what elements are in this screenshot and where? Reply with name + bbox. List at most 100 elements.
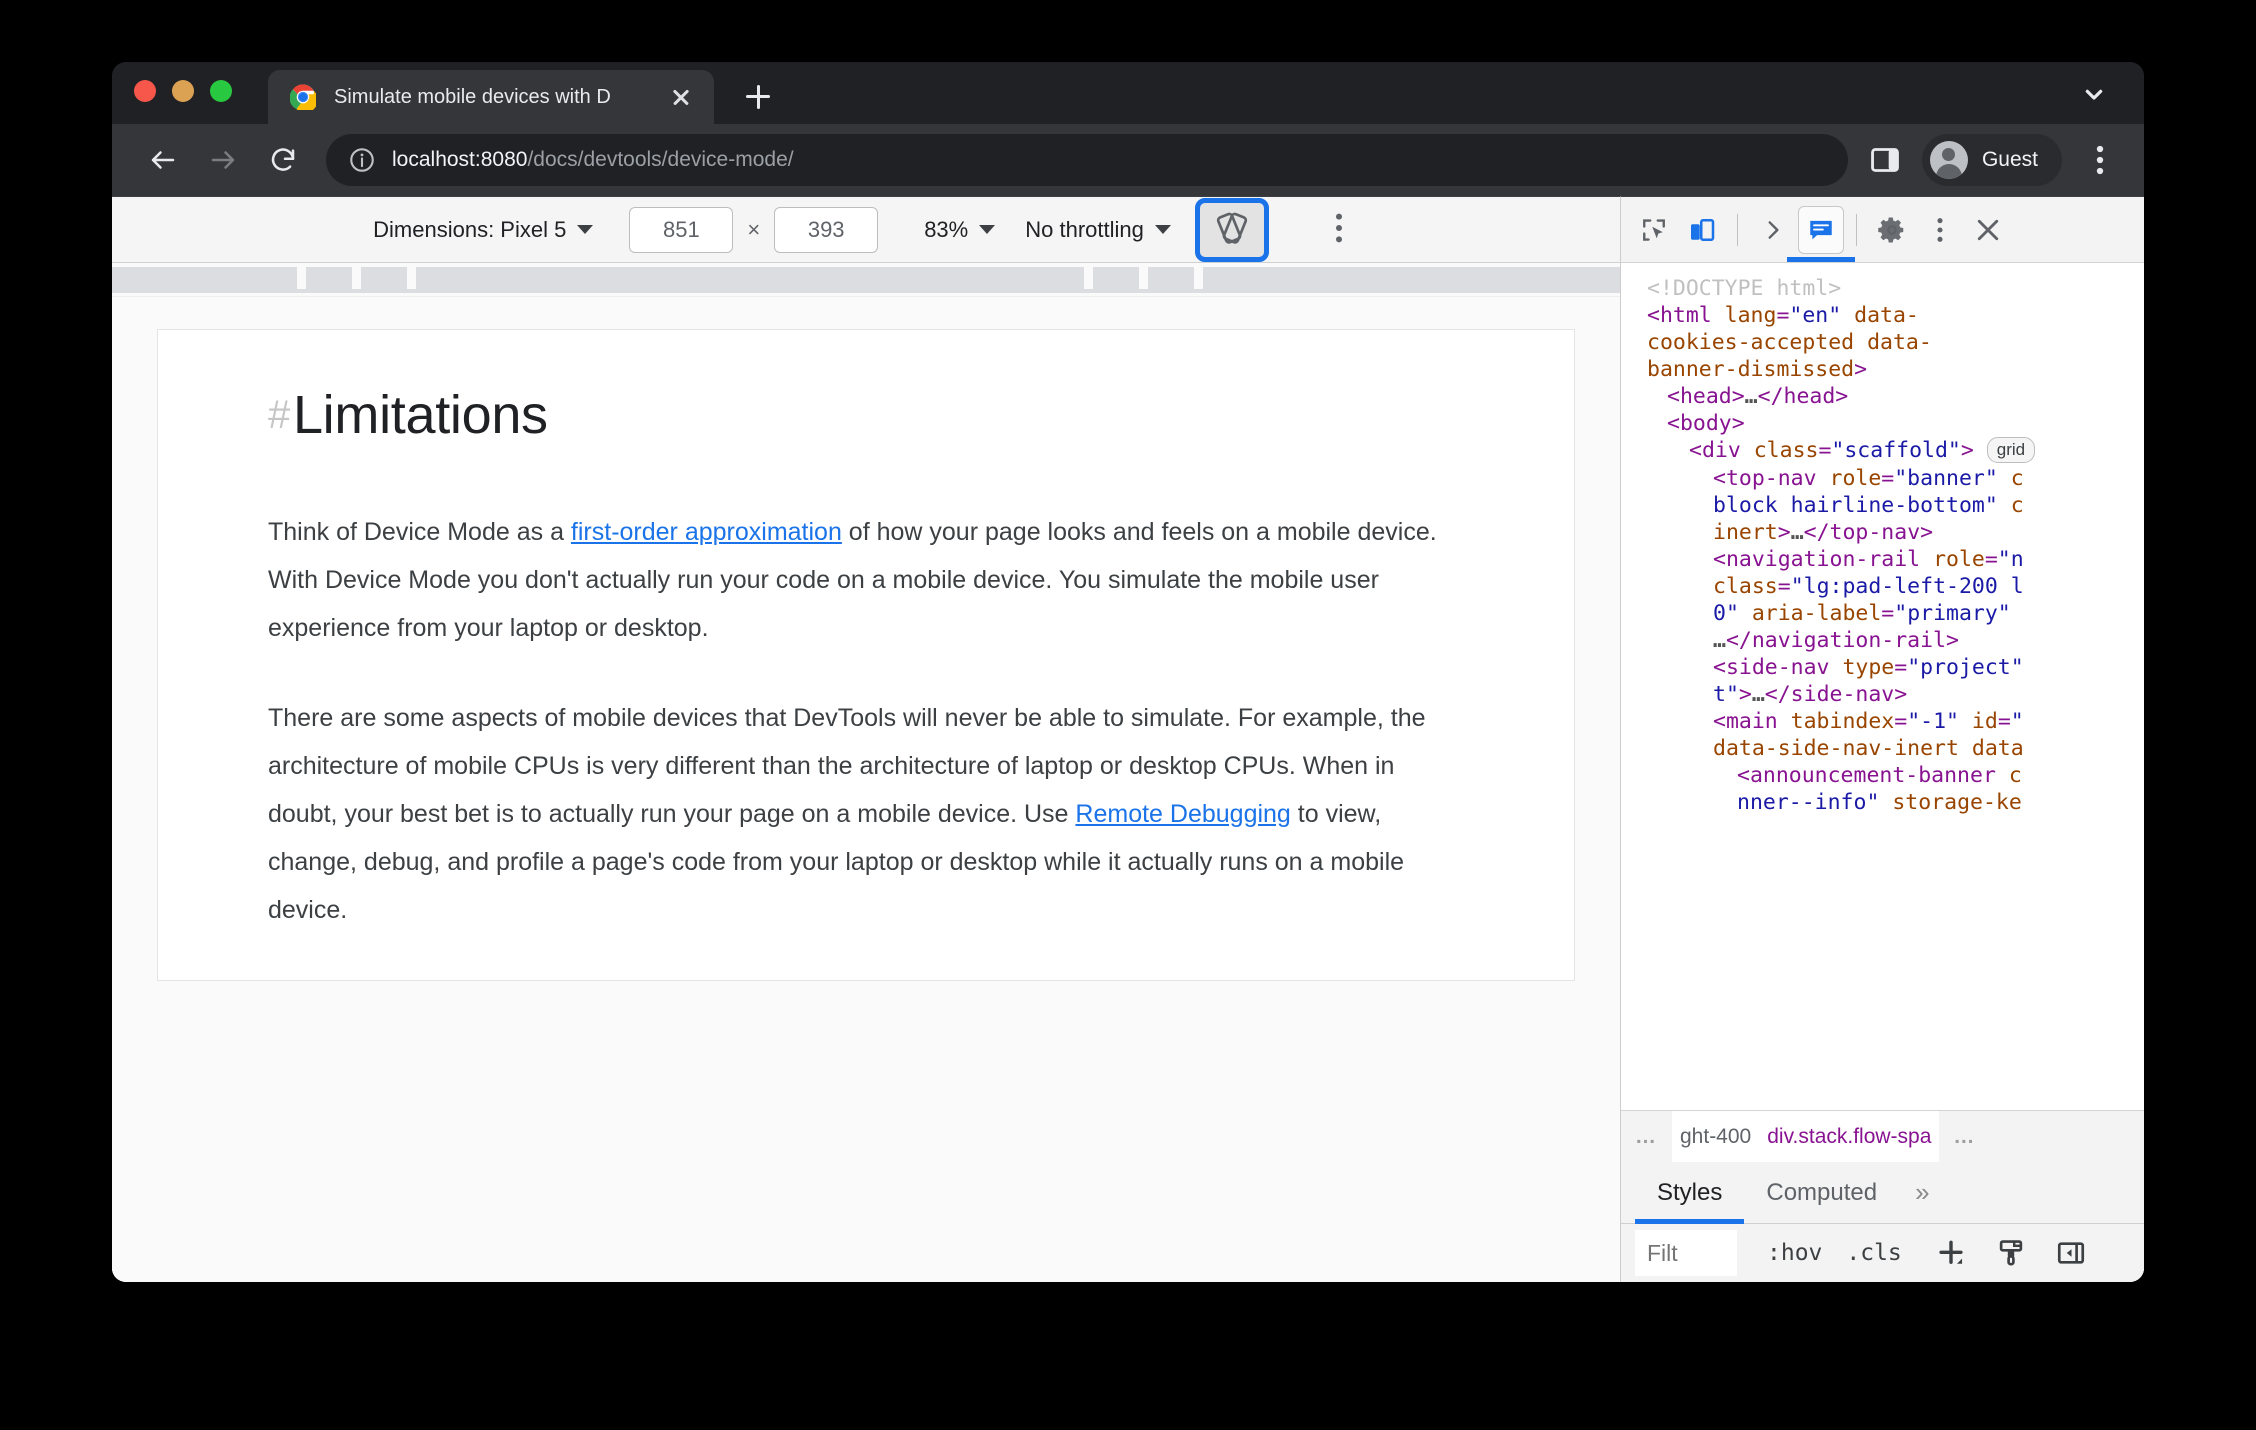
breadcrumb-item[interactable]: ght-400: [1672, 1125, 1759, 1149]
devtools-panel: <!DOCTYPE html> <html lang="en" data- co…: [1620, 196, 2144, 1282]
tab-strip: Simulate mobile devices with D: [112, 62, 2144, 124]
device-toolbar: Dimensions: Pixel 5 × 83% No throttling: [112, 197, 1620, 263]
height-input[interactable]: [774, 206, 879, 253]
tab-elements[interactable]: [1787, 205, 1855, 262]
zoom-label: 83%: [924, 216, 969, 242]
rotate-button[interactable]: [1194, 197, 1269, 262]
paragraph-1-before: Think of Device Mode as a: [268, 518, 571, 546]
minimize-window-button[interactable]: [172, 80, 194, 102]
paragraph-1: Think of Device Mode as a first-order ap…: [268, 508, 1464, 652]
color-picker-icon[interactable]: [1988, 1230, 2034, 1276]
new-style-rule-icon[interactable]: [1928, 1230, 1974, 1276]
ruler-tick: [297, 263, 306, 289]
dom-node-scaffold[interactable]: <div class="scaffold"> grid: [1621, 437, 2144, 464]
paragraph-2: There are some aspects of mobile devices…: [268, 694, 1464, 934]
ruler-tick: [1194, 263, 1203, 289]
maximize-window-button[interactable]: [210, 80, 232, 102]
emulated-viewport: #Limitations Think of Device Mode as a f…: [112, 297, 1620, 1282]
devtools-toolbar: [1621, 197, 2144, 263]
address-bar[interactable]: localhost:8080/docs/devtools/device-mode…: [326, 134, 1848, 186]
forward-icon[interactable]: [196, 133, 250, 187]
omnibox-row: localhost:8080/docs/devtools/device-mode…: [112, 124, 2144, 196]
breadcrumb-overflow-left[interactable]: …: [1621, 1125, 1672, 1149]
profile-label: Guest: [1981, 148, 2038, 171]
url-host: localhost:8080: [392, 148, 528, 171]
settings-gear-icon[interactable]: [1869, 206, 1915, 254]
chevron-down-icon[interactable]: [2078, 78, 2110, 110]
dom-node-top-nav[interactable]: <top-nav role="banner" c: [1621, 465, 2144, 492]
chrome-menu-icon[interactable]: [2080, 140, 2120, 180]
throttling-label: No throttling: [1025, 216, 1144, 242]
window-controls: [134, 62, 232, 124]
rotate-icon: [1215, 210, 1249, 249]
anchor-hash: #: [268, 393, 290, 437]
chevron-down-icon: [1154, 224, 1171, 234]
device-more-options-icon[interactable]: [1319, 208, 1359, 252]
toggle-device-toolbar-icon[interactable]: [1679, 206, 1725, 254]
emulation-pane: Dimensions: Pixel 5 × 83% No throttling: [112, 196, 1620, 1282]
site-info-icon[interactable]: [348, 146, 376, 174]
hov-toggle[interactable]: :hov: [1755, 1240, 1834, 1266]
tab-computed[interactable]: Computed: [1744, 1162, 1899, 1223]
grid-badge[interactable]: grid: [1986, 437, 2036, 463]
breadcrumb-overflow-right[interactable]: …: [1939, 1125, 1990, 1149]
dom-tree[interactable]: <!DOCTYPE html> <html lang="en" data- co…: [1621, 263, 2144, 1110]
viewport-ruler[interactable]: [112, 263, 1620, 297]
chevron-down-icon: [577, 224, 594, 234]
dimension-separator: ×: [747, 216, 761, 242]
profile-button[interactable]: Guest: [1921, 134, 2062, 186]
close-tab-icon[interactable]: [666, 82, 696, 112]
tab-styles[interactable]: Styles: [1635, 1162, 1745, 1224]
toolbar-divider: [1737, 213, 1738, 246]
inspect-element-icon[interactable]: [1631, 206, 1677, 254]
first-order-approximation-link[interactable]: first-order approximation: [571, 518, 842, 546]
toolbar-divider: [1856, 213, 1857, 246]
browser-tab[interactable]: Simulate mobile devices with D: [268, 70, 714, 124]
width-input[interactable]: [629, 206, 734, 253]
remote-debugging-link[interactable]: Remote Debugging: [1075, 800, 1290, 828]
zoom-select[interactable]: 83%: [924, 216, 996, 243]
ruler-tick: [352, 263, 361, 289]
chrome-logo-icon: [289, 84, 318, 113]
cls-toggle[interactable]: .cls: [1834, 1240, 1913, 1266]
device-select-label: Dimensions: Pixel 5: [373, 216, 567, 242]
reload-icon[interactable]: [256, 133, 310, 187]
dom-doctype: <!DOCTYPE html>: [1647, 276, 1842, 301]
breadcrumb-item-active[interactable]: div.stack.flow-spa: [1759, 1125, 1939, 1149]
dom-node-side-nav[interactable]: <side-nav type="project": [1621, 654, 2144, 681]
throttling-select[interactable]: No throttling: [1025, 217, 1171, 243]
browser-window: Simulate mobile devices with D localhost…: [112, 62, 2144, 1282]
page-title: #Limitations: [268, 384, 1464, 446]
page-content-card: #Limitations Think of Device Mode as a f…: [157, 329, 1575, 981]
url-path: /docs/devtools/device-mode/: [527, 148, 794, 171]
dom-node-head[interactable]: <head>…</head>: [1621, 383, 2144, 410]
ruler-tick: [1139, 263, 1148, 289]
more-tabs-icon[interactable]: »: [1899, 1177, 1945, 1208]
ruler-track: [112, 267, 1620, 293]
toggle-sidebar-icon[interactable]: [2048, 1230, 2094, 1276]
chevron-down-icon: [979, 224, 996, 234]
close-window-button[interactable]: [134, 80, 156, 102]
dom-node-navigation-rail[interactable]: <navigation-rail role="n: [1621, 546, 2144, 573]
dom-node-body[interactable]: <body>: [1621, 410, 2144, 437]
styles-pane-tabs: Styles Computed »: [1621, 1162, 2144, 1224]
avatar: [1929, 141, 1968, 179]
ruler-tick: [407, 263, 416, 289]
dom-node-html[interactable]: <html lang="en" data-: [1621, 302, 2144, 329]
device-select[interactable]: Dimensions: Pixel 5: [373, 216, 594, 243]
close-devtools-icon[interactable]: [1965, 206, 2011, 254]
more-panels-chevron-icon[interactable]: [1750, 206, 1796, 254]
dom-breadcrumb[interactable]: … ght-400 div.stack.flow-spa …: [1621, 1110, 2144, 1162]
side-panel-icon[interactable]: [1868, 143, 1902, 177]
tab-title: Simulate mobile devices with D: [334, 85, 611, 108]
styles-filter-bar: :hov .cls: [1621, 1224, 2144, 1282]
dom-node-announcement-banner[interactable]: <announcement-banner c: [1621, 762, 2144, 789]
back-icon[interactable]: [136, 133, 190, 187]
address-bar-text: localhost:8080/docs/devtools/device-mode…: [392, 148, 794, 172]
new-tab-button[interactable]: [732, 70, 784, 122]
ruler-tick: [1084, 263, 1093, 289]
dom-node-main[interactable]: <main tabindex="-1" id=": [1621, 708, 2144, 735]
devtools-more-icon[interactable]: [1917, 206, 1963, 254]
window-body: Dimensions: Pixel 5 × 83% No throttling: [112, 196, 2144, 1282]
styles-filter-input[interactable]: [1635, 1230, 1737, 1276]
